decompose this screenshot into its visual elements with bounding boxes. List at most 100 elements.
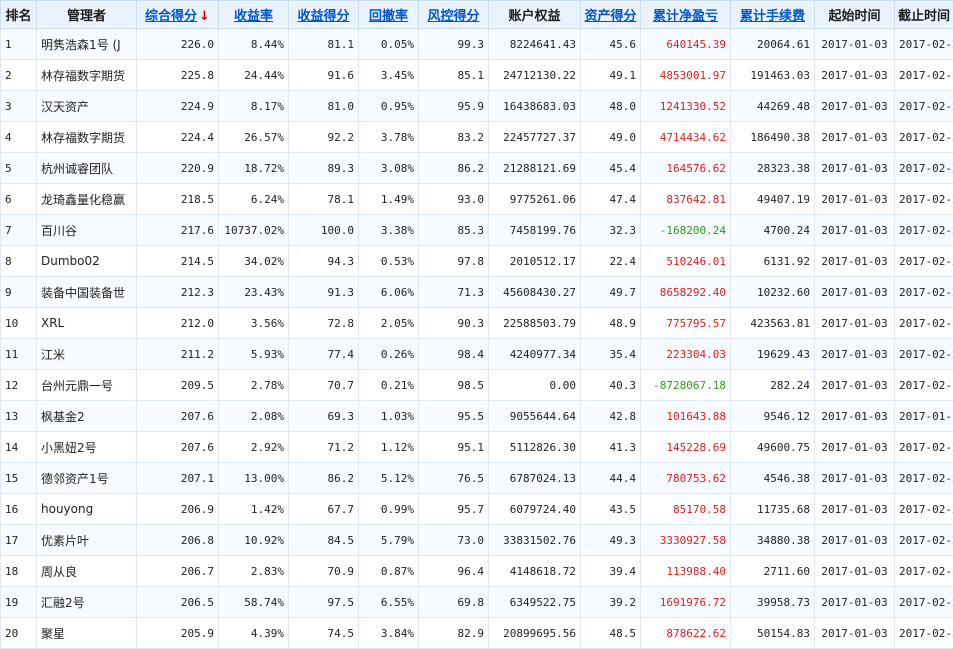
cell-composite-score: 214.5: [137, 246, 219, 277]
cell-composite-score: 206.8: [137, 525, 219, 556]
cell-cumulative-fees: 20064.61: [731, 29, 815, 60]
cell-end-date: 2017-02-23: [895, 587, 953, 618]
cell-rank: 13: [1, 401, 37, 432]
cell-return-rate: 23.43%: [219, 277, 289, 308]
table-row: 8Dumbo02214.534.02%94.30.53%97.82010512.…: [1, 246, 953, 277]
cell-drawdown-rate: 6.55%: [359, 587, 419, 618]
header-composite-score[interactable]: 综合得分↓: [137, 1, 219, 29]
cell-manager: 明隽浩森1号 (J: [37, 29, 137, 60]
cell-manager: 优素片叶: [37, 525, 137, 556]
cell-cumulative-fees: 10232.60: [731, 277, 815, 308]
cell-rank: 10: [1, 308, 37, 339]
cell-return-score: 89.3: [289, 153, 359, 184]
cell-start-date: 2017-01-03: [815, 401, 895, 432]
cell-start-date: 2017-01-03: [815, 494, 895, 525]
cell-drawdown-rate: 1.12%: [359, 432, 419, 463]
cell-rank: 8: [1, 246, 37, 277]
cell-drawdown-rate: 1.03%: [359, 401, 419, 432]
header-manager-label: 管理者: [67, 9, 106, 24]
cell-risk-score: 71.3: [419, 277, 489, 308]
cell-start-date: 2017-01-03: [815, 587, 895, 618]
cell-drawdown-rate: 5.12%: [359, 463, 419, 494]
cell-risk-score: 95.1: [419, 432, 489, 463]
cell-risk-score: 98.5: [419, 370, 489, 401]
table-row: 6龙琦鑫量化稳赢218.56.24%78.11.49%93.09775261.0…: [1, 184, 953, 215]
cell-composite-score: 211.2: [137, 339, 219, 370]
cell-asset-score: 22.4: [581, 246, 641, 277]
cell-start-date: 2017-01-03: [815, 432, 895, 463]
cell-drawdown-rate: 3.38%: [359, 215, 419, 246]
cell-start-date: 2017-01-03: [815, 339, 895, 370]
cell-return-rate: 24.44%: [219, 60, 289, 91]
table-row: 14小黑妞2号207.62.92%71.21.12%95.15112826.30…: [1, 432, 953, 463]
cell-end-date: 2017-02-23: [895, 339, 953, 370]
cell-rank: 20: [1, 618, 37, 649]
header-cumulative-net-pnl[interactable]: 累计净盈亏: [641, 1, 731, 29]
cell-return-score: 71.2: [289, 432, 359, 463]
cell-account-equity: 5112826.30: [489, 432, 581, 463]
cell-cumulative-fees: 4700.24: [731, 215, 815, 246]
cell-end-date: 2017-02-14: [895, 370, 953, 401]
cell-rank: 1: [1, 29, 37, 60]
header-drawdown-rate[interactable]: 回撤率: [359, 1, 419, 29]
cell-return-rate: 10737.02%: [219, 215, 289, 246]
cell-return-score: 86.2: [289, 463, 359, 494]
cell-account-equity: 33831502.76: [489, 525, 581, 556]
cell-composite-score: 206.5: [137, 587, 219, 618]
cell-end-date: 2017-02-23: [895, 494, 953, 525]
cell-drawdown-rate: 5.79%: [359, 525, 419, 556]
header-cumulative-fees[interactable]: 累计手续费: [731, 1, 815, 29]
header-account-equity-label: 账户权益: [508, 9, 560, 24]
cell-cumulative-fees: 9546.12: [731, 401, 815, 432]
cell-cumulative-net-pnl: 145228.69: [641, 432, 731, 463]
table-row: 1明隽浩森1号 (J226.08.44%81.10.05%99.38224641…: [1, 29, 953, 60]
cell-end-date: 2017-01-19: [895, 401, 953, 432]
cell-cumulative-net-pnl: 878622.62: [641, 618, 731, 649]
cell-composite-score: 205.9: [137, 618, 219, 649]
cell-account-equity: 24712130.22: [489, 60, 581, 91]
header-return-rate[interactable]: 收益率: [219, 1, 289, 29]
cell-manager: 枫基金2: [37, 401, 137, 432]
cell-asset-score: 45.4: [581, 153, 641, 184]
cell-start-date: 2017-01-03: [815, 246, 895, 277]
cell-start-date: 2017-01-03: [815, 277, 895, 308]
table-row: 15德邻资产1号207.113.00%86.25.12%76.56787024.…: [1, 463, 953, 494]
cell-rank: 6: [1, 184, 37, 215]
cell-asset-score: 44.4: [581, 463, 641, 494]
cell-account-equity: 4148618.72: [489, 556, 581, 587]
cell-manager: 龙琦鑫量化稳赢: [37, 184, 137, 215]
header-rank: 排名: [1, 1, 37, 29]
cell-manager: 装备中国装备世: [37, 277, 137, 308]
cell-end-date: 2017-02-22: [895, 308, 953, 339]
cell-return-rate: 1.42%: [219, 494, 289, 525]
cell-account-equity: 20899695.56: [489, 618, 581, 649]
cell-risk-score: 99.3: [419, 29, 489, 60]
cell-account-equity: 7458199.76: [489, 215, 581, 246]
cell-drawdown-rate: 0.53%: [359, 246, 419, 277]
cell-cumulative-fees: 11735.68: [731, 494, 815, 525]
table-row: 3汉天资产224.98.17%81.00.95%95.916438683.034…: [1, 91, 953, 122]
cell-asset-score: 32.3: [581, 215, 641, 246]
cell-drawdown-rate: 3.78%: [359, 122, 419, 153]
cell-drawdown-rate: 0.95%: [359, 91, 419, 122]
cell-rank: 11: [1, 339, 37, 370]
header-return-score[interactable]: 收益得分: [289, 1, 359, 29]
table-row: 18周从良206.72.83%70.90.87%96.44148618.7239…: [1, 556, 953, 587]
header-asset-score[interactable]: 资产得分: [581, 1, 641, 29]
cell-cumulative-net-pnl: 837642.81: [641, 184, 731, 215]
header-asset-score-label: 资产得分: [584, 9, 636, 24]
cell-account-equity: 8224641.43: [489, 29, 581, 60]
cell-cumulative-fees: 423563.81: [731, 308, 815, 339]
cell-cumulative-net-pnl: 1691976.72: [641, 587, 731, 618]
cell-asset-score: 48.5: [581, 618, 641, 649]
cell-return-score: 70.9: [289, 556, 359, 587]
cell-cumulative-net-pnl: 8658292.40: [641, 277, 731, 308]
cell-asset-score: 48.0: [581, 91, 641, 122]
cell-risk-score: 95.9: [419, 91, 489, 122]
cell-return-score: 72.8: [289, 308, 359, 339]
cell-rank: 18: [1, 556, 37, 587]
header-risk-score[interactable]: 风控得分: [419, 1, 489, 29]
cell-end-date: 2017-02-23: [895, 122, 953, 153]
cell-composite-score: 224.9: [137, 91, 219, 122]
cell-return-rate: 26.57%: [219, 122, 289, 153]
